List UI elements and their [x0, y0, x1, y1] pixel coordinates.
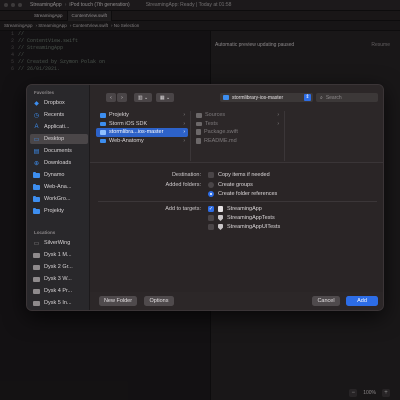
- target-streamingapptests[interactable]: StreamingAppTests: [208, 215, 275, 221]
- folder-icon: [100, 138, 106, 143]
- column-divider[interactable]: [190, 111, 191, 161]
- locations-heading: Locations: [34, 230, 56, 235]
- finder-sidebar: Favorites ◆ Dropbox ◷ Recents A Applicati..…: [27, 85, 90, 310]
- applications-icon: A: [34, 124, 39, 130]
- radio-button[interactable]: [208, 182, 214, 188]
- dropbox-icon: ◆: [34, 100, 39, 107]
- add-button[interactable]: Add: [346, 296, 378, 306]
- chevron-right-icon: ›: [183, 120, 185, 127]
- column-browser: Projekty › Storm iOS SDK › stormlibra...io…: [96, 111, 379, 161]
- checkbox[interactable]: [208, 224, 214, 230]
- swift-file-icon: [196, 129, 201, 136]
- sidebar-item-projekty[interactable]: Projekty: [30, 206, 88, 216]
- folder-icon: [196, 121, 202, 126]
- disk-icon: [33, 276, 40, 282]
- chevron-right-icon: ›: [277, 112, 279, 119]
- chevron-right-icon: ›: [183, 129, 185, 136]
- target-streamingapp[interactable]: ✓ StreamingApp: [208, 206, 262, 212]
- radio-button-selected[interactable]: [208, 191, 214, 197]
- computer-icon: ▭: [33, 240, 40, 247]
- test-target-icon: [218, 215, 223, 221]
- sidebar-item-disk-1[interactable]: Dysk 1 M...: [30, 250, 88, 260]
- sidebar-item-recents[interactable]: ◷ Recents: [30, 110, 88, 120]
- disk-icon: [33, 252, 40, 258]
- folder-icon: [196, 113, 202, 118]
- list-item[interactable]: README.md: [192, 137, 282, 146]
- create-folder-references-radio[interactable]: Create folder references: [208, 191, 277, 197]
- chevron-up-down-icon: ⇕: [304, 94, 311, 101]
- sidebar-item-applications[interactable]: A Applicati...: [30, 122, 88, 132]
- create-groups-radio[interactable]: Create groups: [208, 182, 253, 188]
- back-button[interactable]: ‹: [106, 93, 116, 102]
- dialog-main: ‹ › ▥ ⌄ ▦ ⌄ stormlibrary-ios-master ⇕ ⌕ …: [90, 85, 383, 310]
- group-button[interactable]: ▦ ⌄: [156, 93, 174, 102]
- folder-icon: [33, 171, 40, 178]
- disk-icon: [33, 264, 40, 270]
- destination-label: Destination:: [171, 172, 201, 178]
- new-folder-button[interactable]: New Folder: [99, 296, 137, 306]
- target-streamingappuitests[interactable]: StreamingAppUITests: [208, 224, 280, 230]
- app-target-icon: [218, 206, 223, 212]
- chevron-right-icon: ›: [183, 112, 185, 119]
- added-folders-label: Added folders:: [165, 182, 201, 188]
- sidebar-item-disk-3[interactable]: Dysk 3 W...: [30, 274, 88, 284]
- sidebar-item-dynamo[interactable]: Dynamo: [30, 170, 88, 180]
- folder-icon: [33, 195, 40, 202]
- chevron-right-icon: ›: [277, 120, 279, 127]
- favorites-heading: Favorites: [34, 90, 55, 95]
- list-item[interactable]: Projekty ›: [96, 111, 188, 120]
- folder-icon: [33, 183, 40, 190]
- grid-icon: ▦ ⌄: [159, 94, 171, 101]
- desktop-icon: ▭: [33, 136, 40, 143]
- add-files-dialog: Favorites ◆ Dropbox ◷ Recents A Applicati..…: [26, 84, 384, 311]
- list-item[interactable]: Sources ›: [192, 111, 282, 120]
- sidebar-item-web-anatomy[interactable]: Web-Ana...: [30, 182, 88, 192]
- sidebar-item-dropbox[interactable]: ◆ Dropbox: [30, 98, 88, 108]
- list-item[interactable]: Web-Anatomy ›: [96, 137, 188, 146]
- copy-items-checkbox[interactable]: Copy items if needed: [208, 172, 270, 178]
- divider: [98, 201, 377, 202]
- search-icon: ⌕: [320, 94, 323, 101]
- browser-column-1: Projekty › Storm iOS SDK › stormlibra...io…: [96, 111, 188, 161]
- search-input[interactable]: ⌕ Search: [316, 93, 378, 102]
- test-target-icon: [218, 224, 223, 230]
- sidebar-item-downloads[interactable]: ⊕ Downloads: [30, 158, 88, 168]
- text-file-icon: [196, 137, 201, 144]
- clock-icon: ◷: [33, 112, 40, 119]
- sidebar-item-silverwing[interactable]: ▭ SilverWing: [30, 238, 88, 248]
- folder-icon: [33, 207, 40, 214]
- dialog-footer: New Folder Options Cancel Add: [27, 292, 383, 310]
- add-options-panel: Destination: Copy items if needed Added …: [90, 162, 383, 292]
- cancel-button[interactable]: Cancel: [312, 296, 340, 306]
- list-item[interactable]: Storm iOS SDK ›: [96, 120, 188, 129]
- folder-icon: [223, 95, 229, 100]
- chevron-right-icon: ›: [183, 137, 185, 144]
- checkbox-checked[interactable]: ✓: [208, 206, 214, 212]
- dialog-toolbar: ‹ › ▥ ⌄ ▦ ⌄ stormlibrary-ios-master ⇕ ⌕ …: [90, 85, 383, 109]
- list-item[interactable]: Package.swift: [192, 128, 282, 137]
- sidebar-item-workgroup[interactable]: WorkGro...: [30, 194, 88, 204]
- columns-view-icon: ▥ ⌄: [137, 94, 149, 101]
- checkbox[interactable]: [208, 215, 214, 221]
- column-divider[interactable]: [284, 111, 285, 161]
- sidebar-item-disk-2[interactable]: Dysk 2 Gr...: [30, 262, 88, 272]
- view-mode-button[interactable]: ▥ ⌄: [134, 93, 152, 102]
- download-icon: ⊕: [33, 160, 40, 167]
- folder-icon: [100, 121, 106, 126]
- browser-column-2: Sources › Tests › Package.swift README.md: [192, 111, 282, 161]
- checkbox[interactable]: [208, 172, 214, 178]
- add-to-targets-label: Add to targets:: [165, 206, 201, 212]
- list-item-selected[interactable]: stormlibra...ios-master ›: [96, 128, 188, 137]
- path-popup[interactable]: stormlibrary-ios-master ⇕: [220, 93, 313, 102]
- options-button[interactable]: Options: [144, 296, 174, 306]
- folder-icon: [100, 130, 106, 135]
- forward-button[interactable]: ›: [117, 93, 127, 102]
- list-item[interactable]: Tests ›: [192, 120, 282, 129]
- sidebar-item-desktop[interactable]: ▭ Desktop: [30, 134, 88, 144]
- folder-icon: [100, 113, 106, 118]
- document-icon: ▤: [33, 148, 40, 155]
- sidebar-item-documents[interactable]: ▤ Documents: [30, 146, 88, 156]
